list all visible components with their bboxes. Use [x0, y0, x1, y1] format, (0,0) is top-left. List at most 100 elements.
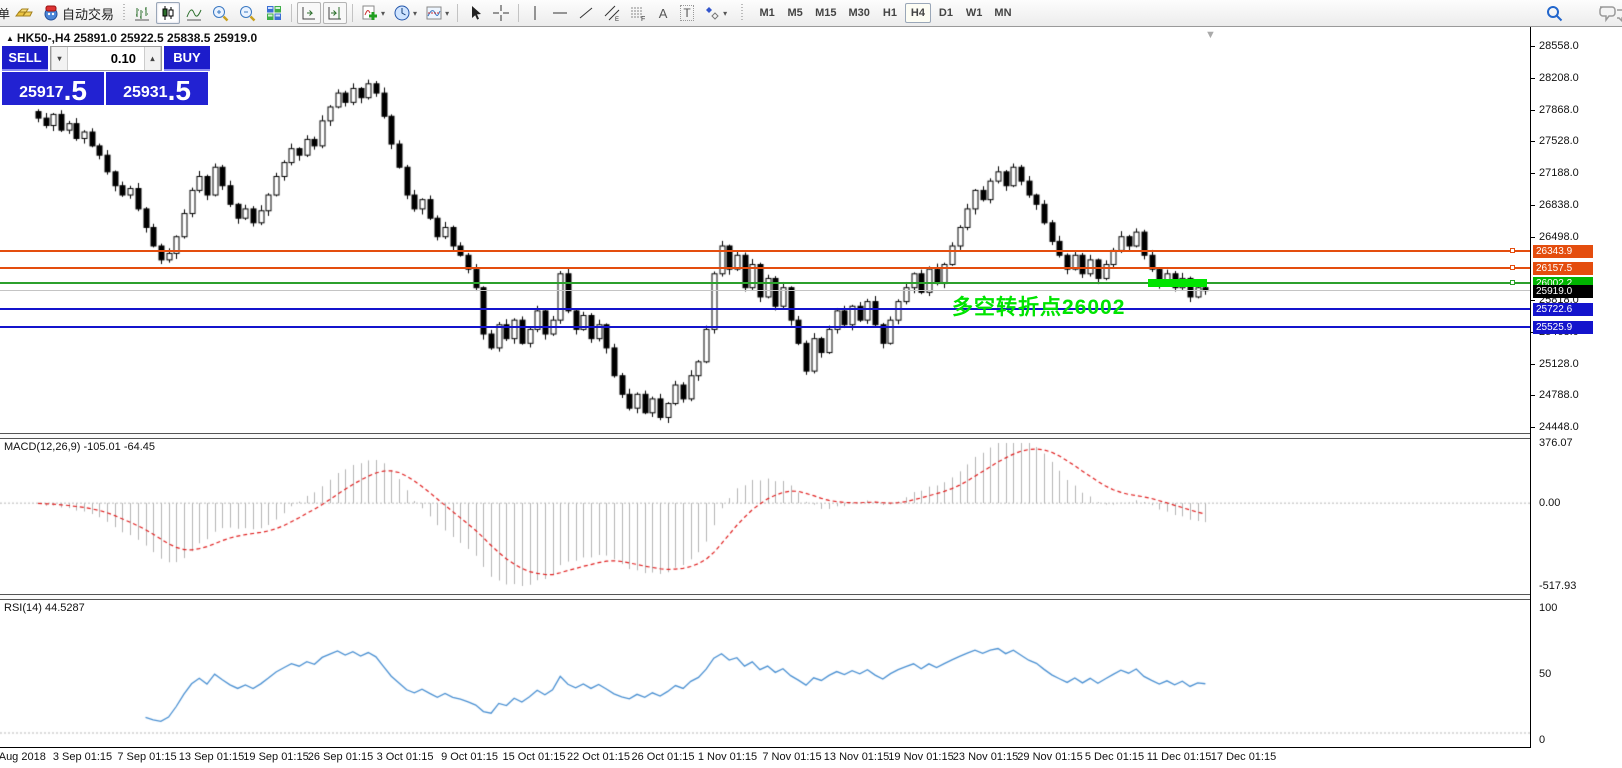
price-tick-mark	[1531, 78, 1535, 79]
line-handle[interactable]	[1510, 280, 1515, 285]
price-tick-mark	[1531, 110, 1535, 111]
price-level-line-25722.6[interactable]	[0, 308, 1530, 310]
equidistant-channel-tool[interactable]: E	[600, 2, 624, 24]
macd-canvas[interactable]	[0, 440, 1530, 594]
timeframe-button-H4[interactable]: H4	[905, 3, 931, 23]
main-chart-canvas[interactable]	[0, 27, 1530, 433]
price-axis[interactable]: 28558.028208.027868.027528.027188.026838…	[1531, 27, 1622, 748]
buy-button[interactable]: BUY	[164, 46, 210, 71]
scroll-marker-icon: ▼	[1205, 29, 1216, 41]
time-axis-label: 26 Oct 01:15	[632, 751, 695, 763]
price-tick-mark	[1531, 364, 1535, 365]
line-chart-icon	[185, 4, 203, 22]
line-chart-button[interactable]	[182, 2, 206, 24]
svg-text:F: F	[641, 16, 645, 22]
time-axis-label: 3 Oct 01:15	[377, 751, 434, 763]
tile-windows-icon	[265, 4, 283, 22]
price-badge-25722.6: 25722.6	[1533, 303, 1593, 316]
line-handle[interactable]	[1510, 248, 1515, 253]
timeframe-button-H1[interactable]: H1	[877, 3, 903, 23]
rsi-panel-splitter[interactable]	[0, 594, 1530, 600]
timeframe-button-W1[interactable]: W1	[961, 3, 988, 23]
fibonacci-icon: F	[629, 4, 647, 22]
arrows-tool[interactable]: ▾	[700, 2, 730, 24]
text-label-icon: T	[680, 5, 693, 21]
bar-chart-icon	[133, 4, 151, 22]
toolbar-separator	[291, 4, 292, 22]
price-level-line-25525.9[interactable]	[0, 326, 1530, 328]
time-axis-label: 22 Oct 01:15	[567, 751, 630, 763]
auto-trading-button[interactable]: 自动交易	[39, 2, 117, 24]
timeframe-button-M1[interactable]: M1	[754, 3, 780, 23]
text-label-tool[interactable]: T	[676, 2, 698, 24]
chart-title: ▲HK50-,H4 25891.0 25922.5 25838.5 25919.…	[6, 31, 257, 45]
chart-shift-icon	[326, 4, 344, 22]
chart-shift-button[interactable]	[323, 2, 347, 24]
horizontal-line-tool[interactable]	[548, 2, 572, 24]
toolbar-grip[interactable]	[739, 4, 744, 22]
zoom-out-button[interactable]	[235, 2, 260, 24]
timeframe-button-MN[interactable]: MN	[989, 3, 1016, 23]
timeframe-button-D1[interactable]: D1	[933, 3, 959, 23]
svg-text:E: E	[615, 17, 619, 22]
zoom-out-icon	[238, 4, 257, 23]
timeframe-button-M30[interactable]: M30	[844, 3, 875, 23]
crosshair-icon	[492, 4, 510, 22]
search-button[interactable]	[1542, 2, 1567, 24]
timeframe-toolbar: M1M5M15M30H1H4D1W1MN	[753, 3, 1017, 23]
clock-icon	[393, 4, 411, 22]
indicators-button[interactable]: ▾	[358, 2, 388, 24]
macd-label: MACD(12,26,9) -105.01 -64.45	[4, 441, 155, 453]
volume-input[interactable]: 0.10	[68, 47, 144, 70]
chart-text-annotation[interactable]: 多空转折点26002	[952, 291, 1125, 321]
auto-trading-label: 自动交易	[62, 4, 114, 23]
new-order-button[interactable]	[11, 2, 37, 24]
rsi-axis-label: 0	[1539, 734, 1545, 746]
templates-button[interactable]: ▾	[422, 2, 452, 24]
sell-price[interactable]: 25917.5	[2, 72, 104, 105]
tile-windows-button[interactable]	[262, 2, 286, 24]
line-handle[interactable]	[1510, 265, 1515, 270]
chart-window[interactable]: ▲HK50-,H4 25891.0 25922.5 25838.5 25919.…	[0, 27, 1530, 768]
bar-chart-button[interactable]	[130, 2, 154, 24]
price-level-line-25919.0[interactable]	[0, 290, 1530, 291]
timeframe-button-M5[interactable]: M5	[782, 3, 808, 23]
trendline-tool[interactable]	[574, 2, 598, 24]
vertical-line-tool[interactable]	[524, 2, 546, 24]
new-order-label-partial[interactable]: 单	[0, 5, 10, 22]
price-tick-mark	[1531, 300, 1535, 301]
candlestick-chart-icon	[159, 4, 177, 22]
text-tool[interactable]: A	[652, 2, 674, 24]
buy-price[interactable]: 25931.5	[106, 72, 208, 105]
timeframe-button-M15[interactable]: M15	[810, 3, 841, 23]
auto-trading-icon	[42, 4, 60, 22]
sell-price-int: 25917	[19, 82, 64, 104]
volume-decrease-button[interactable]: ▾	[51, 47, 68, 70]
candlestick-chart-button[interactable]	[156, 2, 180, 24]
volume-increase-button[interactable]: ▴	[144, 47, 161, 70]
horizontal-line-icon	[551, 4, 569, 22]
zoom-in-button[interactable]	[208, 2, 233, 24]
time-axis[interactable]: 8 Aug 20183 Sep 01:157 Sep 01:1513 Sep 0…	[0, 748, 1622, 768]
auto-scroll-button[interactable]	[297, 2, 321, 24]
vertical-line-icon	[528, 4, 542, 22]
price-level-line-26002.2[interactable]	[0, 282, 1530, 284]
time-axis-label: 17 Dec 01:15	[1211, 751, 1276, 763]
highlight-bar-object[interactable]	[1148, 279, 1207, 287]
macd-panel-splitter[interactable]	[0, 433, 1530, 439]
price-level-line-26343.9[interactable]	[0, 250, 1530, 252]
fibonacci-tool[interactable]: F	[626, 2, 650, 24]
toolbar-grip[interactable]	[121, 4, 126, 22]
price-level-line-26157.5[interactable]	[0, 267, 1530, 269]
cursor-button[interactable]	[463, 2, 487, 24]
time-axis-label: 9 Oct 01:15	[441, 751, 498, 763]
sell-button[interactable]: SELL	[2, 46, 48, 71]
community-chat-button[interactable]	[1594, 2, 1622, 24]
crosshair-button[interactable]	[489, 2, 513, 24]
rsi-canvas[interactable]	[0, 601, 1530, 747]
cursor-icon	[466, 4, 484, 22]
toolbar-separator	[352, 4, 353, 22]
periods-button[interactable]: ▾	[390, 2, 420, 24]
price-tick-label: 28558.0	[1539, 40, 1579, 52]
time-axis-label: 19 Nov 01:15	[888, 751, 953, 763]
